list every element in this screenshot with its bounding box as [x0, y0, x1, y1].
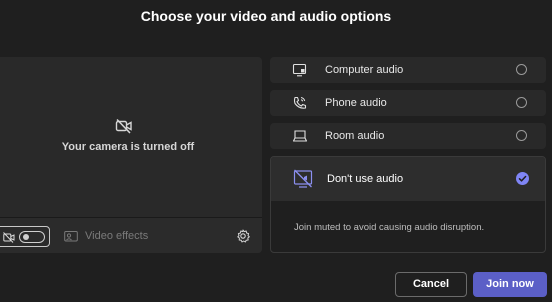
room-device-icon — [292, 130, 308, 142]
camera-off-icon — [115, 118, 132, 134]
checkmark-icon — [518, 175, 527, 182]
video-preview: Your camera is turned off — [0, 57, 262, 217]
video-preview-panel: Your camera is turned off Video effects — [0, 57, 262, 253]
audio-option-computer[interactable]: Computer audio — [270, 57, 546, 83]
no-audio-description: Join muted to avoid causing audio disrup… — [294, 222, 485, 233]
radio-room-audio[interactable] — [516, 130, 527, 141]
audio-option-phone[interactable]: Phone audio — [270, 90, 546, 116]
camera-off-small-icon — [3, 232, 15, 243]
audio-option-label: Phone audio — [325, 97, 387, 109]
video-effects-label: Video effects — [85, 230, 149, 242]
audio-option-label: Computer audio — [325, 64, 404, 76]
join-now-button[interactable]: Join now — [473, 272, 547, 297]
no-audio-header[interactable]: Don't use audio — [271, 157, 545, 201]
audio-option-room[interactable]: Room audio — [270, 123, 546, 149]
computer-icon — [292, 63, 307, 77]
camera-toggle-switch[interactable] — [19, 231, 45, 243]
dialog-title: Choose your video and audio options — [140, 8, 392, 24]
video-controls-bar: Video effects — [0, 217, 262, 253]
video-effects-icon — [64, 231, 78, 242]
audio-option-label: Room audio — [325, 130, 385, 142]
camera-status-text: Your camera is turned off — [61, 141, 195, 153]
selected-check-icon[interactable] — [516, 172, 529, 185]
toggle-knob — [23, 234, 29, 240]
radio-computer-audio[interactable] — [516, 64, 527, 75]
radio-phone-audio[interactable] — [516, 97, 527, 108]
camera-toggle[interactable] — [0, 226, 50, 247]
audio-option-label: Don't use audio — [327, 173, 404, 185]
no-audio-icon — [293, 169, 313, 188]
settings-gear-icon[interactable] — [236, 229, 250, 243]
audio-option-no-audio[interactable]: Don't use audio Join muted to avoid caus… — [270, 156, 546, 253]
cancel-button[interactable]: Cancel — [395, 272, 467, 297]
phone-icon — [293, 96, 307, 109]
